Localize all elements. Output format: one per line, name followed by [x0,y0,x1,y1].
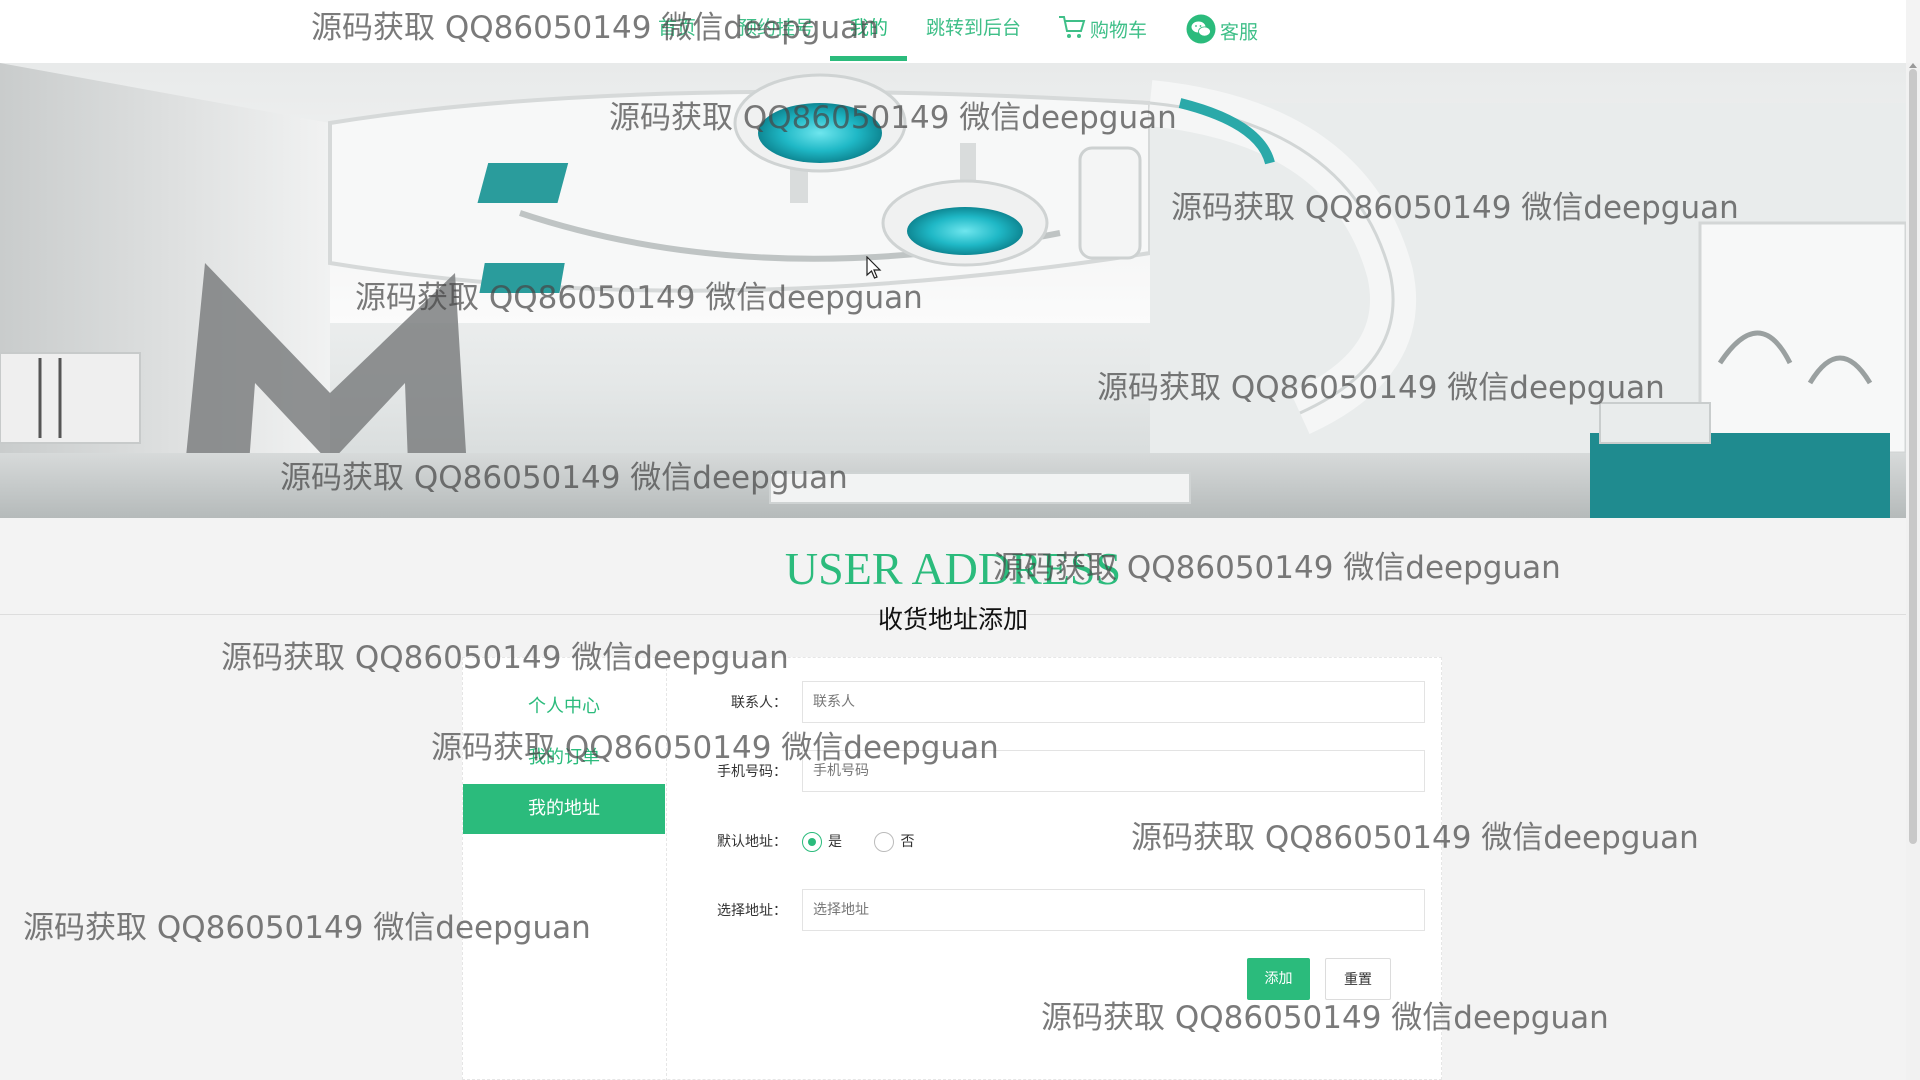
nav-cart-label: 购物车 [1090,19,1148,42]
default-no-label[interactable]: 否 [900,820,914,864]
default-yes-label[interactable]: 是 [828,820,842,864]
mouse-cursor-icon [866,255,882,284]
scroll-up-arrow-icon[interactable] [1909,63,1917,68]
nav-mine[interactable]: 我的 [850,14,888,48]
default-address-radio-group: 是 否 [802,820,942,864]
sidebar-item-label: 个人中心 [528,696,600,717]
scrollbar-thumb[interactable] [1909,69,1917,844]
nav-active-indicator [830,56,907,61]
nav-cart[interactable]: 购物车 [1058,14,1147,48]
nav-backend[interactable]: 跳转到后台 [926,14,1021,48]
top-nav: 首页 预约挂号 我的 跳转到后台 购物车 客服 [0,0,1906,63]
nav-appointment[interactable]: 预约挂号 [738,14,814,48]
nav-appointment-label: 预约挂号 [738,17,815,39]
default-address-row: 默认地址： 是 否 [667,820,1443,864]
default-no-radio[interactable] [874,832,895,852]
address-input[interactable] [802,889,1425,931]
page-scrollbar[interactable] [1906,63,1920,1080]
default-yes-radio[interactable] [802,832,822,852]
address-row: 选择地址： [667,889,1443,933]
user-sidebar: 个人中心 我的订单 我的地址 [463,658,667,1080]
nav-service-label: 客服 [1220,21,1259,44]
reset-button[interactable]: 重置 [1325,958,1391,1000]
phone-row: 手机号码： [667,750,1443,794]
nav-mine-label: 我的 [850,17,889,39]
address-label: 选择地址： [717,903,787,919]
default-address-label: 默认地址： [717,834,787,850]
nav-home-label: 首页 [658,17,697,39]
sidebar-item-label: 我的地址 [528,798,600,819]
sidebar-item-orders[interactable]: 我的订单 [463,733,665,783]
section-title: USER ADDRESS [784,543,1122,594]
sidebar-item-address[interactable]: 我的地址 [463,784,665,834]
section-subtitle: 收货地址添加 [877,605,1028,634]
add-button[interactable]: 添加 [1247,958,1310,1000]
contact-label: 联系人： [731,695,787,711]
wechat-icon [1186,14,1216,52]
nav-home[interactable]: 首页 [658,14,696,48]
contact-row: 联系人： [667,681,1443,725]
nav-service[interactable]: 客服 [1186,14,1258,48]
contact-input[interactable] [802,681,1425,723]
nav-backend-label: 跳转到后台 [926,17,1022,39]
phone-label: 手机号码： [717,764,787,780]
operating-room-illustration [0,63,1906,518]
sidebar-item-user-center[interactable]: 个人中心 [463,682,665,732]
phone-input[interactable] [802,750,1425,792]
address-panel: 个人中心 我的订单 我的地址 联系人： 手机号码： 默认地址： 是 否 选择地址… [462,657,1442,1080]
shopping-cart-icon [1058,14,1086,48]
hero-banner-image [0,63,1906,518]
sidebar-item-label: 我的订单 [528,747,600,768]
